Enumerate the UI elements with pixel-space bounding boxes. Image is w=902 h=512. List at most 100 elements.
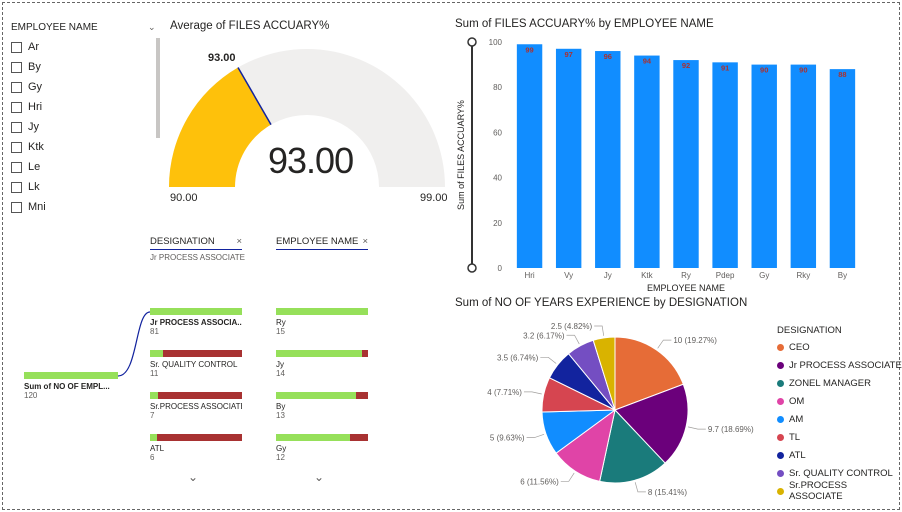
bar-chart: Sum of FILES ACCUARY% 0 20 40 60 80 100 99 Hri 97… [456,37,856,293]
slicer-item-label: Jy [28,121,39,133]
pie-data-label: 2.5 (4.82%) [551,322,593,331]
bar[interactable] [712,62,738,269]
bar[interactable] [516,44,543,268]
pie-leader-line [526,433,545,438]
scroll-down-chevron-icon[interactable]: ⌄ [188,470,198,484]
y-tick-label: 100 [489,38,503,47]
slicer-item[interactable]: Hri [11,97,141,117]
checkbox[interactable] [11,121,22,133]
legend-label: AM [789,413,804,425]
decomp-header-designation[interactable]: DESIGNATION × [150,236,242,250]
decomp-node[interactable]: Jy 14 [276,350,368,378]
x-tick-label: Hri [524,271,534,280]
slicer-item-label: Le [28,161,41,173]
legend-item[interactable]: ATL [777,446,902,464]
bar[interactable] [595,51,621,268]
x-tick-label: Rky [796,271,810,280]
slicer-item[interactable]: By [11,57,141,77]
decomp-node-label: Sr. QUALITY CONTROL [150,360,238,369]
decomp-node[interactable]: Gy 12 [276,434,368,462]
checkbox[interactable] [11,161,22,173]
slicer-item[interactable]: Le [11,157,141,177]
decomp-node[interactable]: Sr.PROCESS ASSOCIATE 7 [150,392,242,420]
legend-item[interactable]: Sr.PROCESS ASSOCIATE [777,480,902,502]
legend-item[interactable]: TL [777,428,902,446]
slicer-item[interactable]: Mni [11,197,141,217]
zoom-slider-handle[interactable] [467,263,477,273]
bar-data-label: 88 [838,70,846,79]
checkbox[interactable] [11,201,22,213]
pie-leader-line [687,426,706,430]
decomp-node-bar [150,392,242,399]
collapse-chevron-icon[interactable]: ⌄ [148,22,156,33]
checkbox[interactable] [11,61,22,73]
y-tick-label: 60 [493,128,502,137]
zoom-slider-handle[interactable] [467,37,477,47]
decomp-root-node[interactable]: Sum of NO OF EMPL... 120 [24,372,118,400]
decomp-node-bar [150,350,242,357]
decomp-node-label: Ry [276,318,286,327]
legend-dot-icon [777,469,784,477]
decomp-node[interactable]: Jr PROCESS ASSOCIA... 81 [150,308,242,336]
slicer-item-label: Ktk [28,141,44,153]
legend-dot-icon [777,415,784,423]
legend-item[interactable]: CEO [777,338,902,356]
bar[interactable] [555,48,582,268]
x-axis-label: EMPLOYEE NAME [647,283,725,293]
x-tick-label: Jy [604,271,612,280]
legend-item[interactable]: ZONEL MANAGER [777,374,902,392]
legend-label: ATL [789,449,806,461]
gauge-min-label: 90.00 [170,192,198,204]
scroll-down-chevron-icon[interactable]: ⌄ [314,470,324,484]
gauge-title: Average of FILES ACCUARY% [170,20,330,32]
decomp-node-bar [150,308,242,315]
legend-item[interactable]: Jr PROCESS ASSOCIATE [777,356,902,374]
decomp-node-value: 15 [276,327,285,336]
checkbox[interactable] [11,141,22,153]
legend-label: Jr PROCESS ASSOCIATE [789,359,902,371]
decomp-node-value: 12 [276,453,285,462]
checkbox[interactable] [11,81,22,93]
bar[interactable] [673,60,699,268]
checkbox[interactable] [11,41,22,53]
x-tick-label: Ktk [641,271,654,280]
decomp-node-label: ATL [150,444,165,453]
close-icon[interactable]: × [236,236,242,247]
decomp-root-value: 120 [24,391,38,400]
bar[interactable] [829,69,856,268]
bar[interactable] [790,64,817,268]
checkbox[interactable] [11,181,22,193]
decomp-node[interactable]: By 13 [276,392,368,420]
bar[interactable] [751,64,777,268]
decomp-node[interactable]: ATL 6 [150,434,242,462]
decomp-node-value: 11 [150,369,159,378]
pie-leader-line [540,356,557,364]
pie-data-label: 3.5 (6.74%) [497,353,539,362]
slicer-item[interactable]: Ar [11,37,141,57]
slicer-item-label: Gy [28,81,43,93]
decomp-node-bar-remainder [157,434,242,441]
legend-label: ZONEL MANAGER [789,377,871,389]
slicer-item[interactable]: Jy [11,117,141,137]
decomp-node[interactable]: Sr. QUALITY CONTROL 11 [150,350,242,378]
decomp-node[interactable]: Ry 15 [276,308,368,336]
decomp-node-bar-remainder [361,350,368,357]
checkbox[interactable] [11,101,22,113]
decomp-node-label: Gy [276,444,287,453]
bar-data-label: 97 [564,50,572,59]
slicer-item[interactable]: Lk [11,177,141,197]
legend-item[interactable]: OM [777,392,902,410]
slicer-item[interactable]: Gy [11,77,141,97]
close-icon[interactable]: × [362,236,368,247]
decomp-header-employee[interactable]: EMPLOYEE NAME × [276,236,368,250]
pie-data-label: 8 (15.41%) [648,488,687,497]
slicer-list: Ar By Gy Hri Jy Ktk Le Lk Mni [11,37,141,217]
legend-item[interactable]: AM [777,410,902,428]
bar[interactable] [634,55,660,268]
x-tick-label: Ry [681,271,691,280]
legend-label: Sr. QUALITY CONTROL [789,467,893,479]
bar-chart-title: Sum of FILES ACCUARY% by EMPLOYEE NAME [455,18,714,30]
slicer-item[interactable]: Ktk [11,137,141,157]
decomp-root-bar [24,372,118,379]
decomp-node-bar [276,308,368,315]
